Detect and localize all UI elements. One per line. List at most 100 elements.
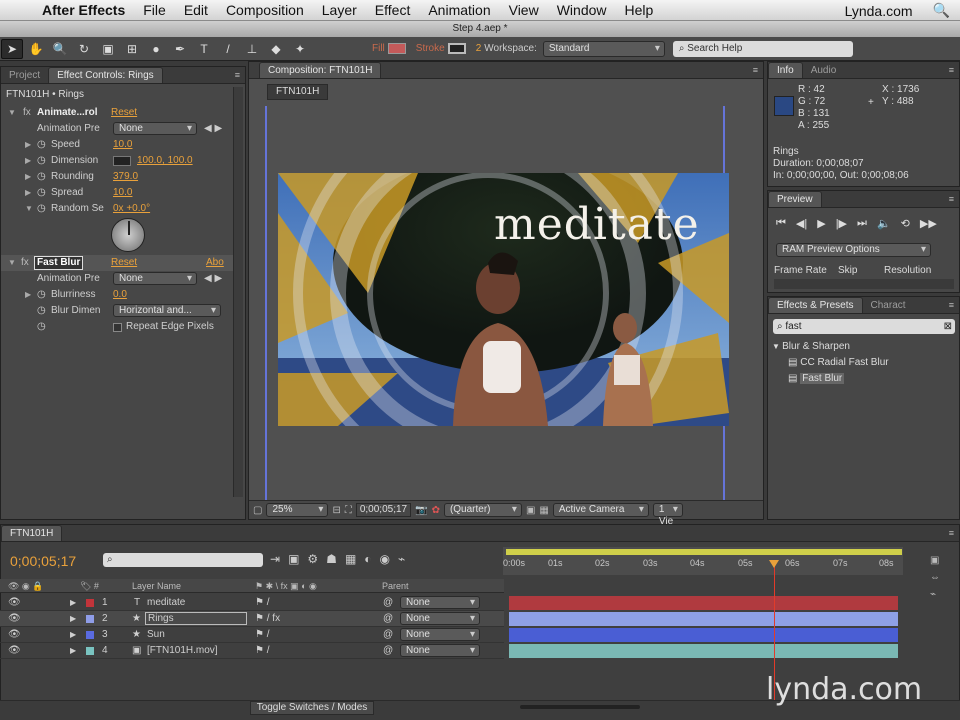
graph-icon[interactable]: ⌁: [930, 589, 940, 600]
layer-name[interactable]: meditate: [147, 595, 185, 611]
animation-preset-select[interactable]: None: [113, 122, 197, 135]
stopwatch-icon[interactable]: ◷: [37, 303, 46, 319]
repeat-edge-checkbox[interactable]: [113, 323, 122, 332]
effects-search-input[interactable]: ⌕ fast ⊠: [773, 319, 955, 334]
stroke-width[interactable]: 2: [476, 43, 482, 54]
panel-menu-icon[interactable]: ≡: [949, 65, 954, 75]
first-frame-icon[interactable]: ⏮: [776, 217, 786, 230]
parent-select[interactable]: None: [400, 644, 480, 657]
parent-select[interactable]: None: [400, 596, 480, 609]
parent-select[interactable]: None: [400, 628, 480, 641]
param-value[interactable]: 100.0, 100.0: [137, 153, 193, 169]
about-link[interactable]: Abo: [206, 255, 224, 271]
preset-arrows-icon[interactable]: ◀ ▶: [204, 271, 222, 287]
camera-tool-icon[interactable]: ▣: [97, 39, 119, 59]
timeline-timecode[interactable]: 0;00;05;17: [10, 553, 76, 569]
menu-animation[interactable]: Animation: [419, 2, 499, 18]
always-preview-icon[interactable]: ▢: [253, 505, 262, 516]
channel-icon[interactable]: ✿: [432, 505, 440, 516]
menu-app[interactable]: After Effects: [36, 2, 134, 18]
layer-name[interactable]: Sun: [147, 627, 165, 643]
menu-layer[interactable]: Layer: [313, 2, 366, 18]
angle-dial[interactable]: [111, 218, 145, 252]
graph-editor-icon[interactable]: ⌁: [398, 552, 405, 566]
expand-triangle-icon[interactable]: ▶: [70, 611, 76, 627]
expand-triangle-icon[interactable]: ▼: [25, 201, 33, 217]
mask-icon[interactable]: ⛶: [345, 505, 352, 516]
ram-preview-select[interactable]: RAM Preview Options: [776, 243, 931, 257]
ram-preview-icon[interactable]: ▶▶: [920, 217, 937, 230]
menu-effect[interactable]: Effect: [366, 2, 420, 18]
eye-icon[interactable]: 👁: [8, 611, 21, 627]
tab-audio[interactable]: Audio: [803, 63, 845, 78]
motion-blur-icon[interactable]: ◐: [364, 552, 371, 566]
loop-icon[interactable]: ⟲: [901, 217, 910, 230]
audio-icon[interactable]: 🔈: [877, 217, 891, 230]
eye-icon[interactable]: 👁: [8, 643, 21, 659]
panel-menu-icon[interactable]: ≡: [949, 194, 954, 204]
work-area-bar[interactable]: [506, 549, 902, 555]
next-frame-icon[interactable]: |▶: [836, 217, 847, 230]
pickwhip-icon[interactable]: @: [383, 627, 393, 643]
link-icon[interactable]: [113, 156, 131, 166]
expand-triangle-icon[interactable]: ▶: [70, 627, 76, 643]
stopwatch-icon[interactable]: ◷: [37, 287, 46, 303]
tab-character[interactable]: Charact: [863, 298, 914, 313]
expand-triangle-icon[interactable]: ▶: [25, 137, 31, 153]
label-color-chip[interactable]: [86, 615, 94, 623]
brush-tool-icon[interactable]: /: [217, 39, 239, 59]
fx-icon[interactable]: fx: [23, 105, 31, 121]
expand-triangle-icon[interactable]: ▶: [70, 643, 76, 659]
preset-arrows-icon[interactable]: ◀ ▶: [204, 121, 222, 137]
prev-frame-icon[interactable]: ◀|: [796, 217, 807, 230]
menu-window[interactable]: Window: [548, 2, 616, 18]
category-blur-sharpen[interactable]: ▼ Blur & Sharpen: [772, 341, 850, 352]
fx-icon[interactable]: fx: [21, 255, 29, 271]
menu-lynda[interactable]: Lynda.com: [835, 3, 923, 19]
tab-composition[interactable]: Composition: FTN101H: [259, 62, 382, 78]
expand-triangle-icon[interactable]: ▼: [772, 342, 782, 351]
comp-timecode[interactable]: 0;00;05;17: [355, 503, 412, 517]
stopwatch-icon[interactable]: ◷: [37, 319, 46, 335]
live-update-icon[interactable]: ▣: [288, 552, 299, 566]
layer-row[interactable]: 👁 ▶ 3 ★ Sun ⚑ / @ None: [0, 627, 504, 643]
stroke-swatch[interactable]: [447, 43, 466, 54]
zoom-tool-icon[interactable]: 🔍: [49, 39, 71, 59]
stopwatch-icon[interactable]: ◷: [37, 169, 46, 185]
tab-info[interactable]: Info: [768, 62, 803, 78]
panel-menu-icon[interactable]: ≡: [753, 65, 758, 75]
eye-icon[interactable]: 👁: [8, 627, 21, 643]
eraser-tool-icon[interactable]: ◆: [265, 39, 287, 59]
shape-tool-icon[interactable]: ●: [145, 39, 167, 59]
type-tool-icon[interactable]: T: [193, 39, 215, 59]
layer-name[interactable]: Rings: [145, 612, 247, 625]
layer-duration-bar[interactable]: [509, 628, 898, 642]
stopwatch-icon[interactable]: ◷: [37, 185, 46, 201]
rotate-tool-icon[interactable]: ↻: [73, 39, 95, 59]
panel-menu-icon[interactable]: ≡: [949, 300, 954, 310]
shy-icon[interactable]: ☗: [326, 552, 337, 566]
label-color-chip[interactable]: [86, 631, 94, 639]
transparency-grid-icon[interactable]: ▦: [539, 505, 548, 516]
last-frame-icon[interactable]: ⏭: [857, 217, 867, 230]
expand-triangle-icon[interactable]: ▼: [8, 255, 16, 271]
workspace-select[interactable]: Standard: [542, 40, 665, 57]
layer-name[interactable]: [FTN101H.mov]: [147, 643, 218, 659]
effect-item-cc-radial[interactable]: ▤ CC Radial Fast Blur: [788, 357, 943, 368]
panel-menu-icon[interactable]: ≡: [235, 70, 240, 80]
expand-triangle-icon[interactable]: ▶: [25, 185, 31, 201]
comp-name-tab[interactable]: FTN101H: [267, 84, 329, 100]
menu-composition[interactable]: Composition: [217, 2, 313, 18]
param-value[interactable]: 0x +0.0°: [113, 201, 150, 217]
menu-file[interactable]: File: [134, 2, 175, 18]
effects-switch-icon[interactable]: ⚑ / fx: [255, 611, 280, 627]
param-value[interactable]: 379.0: [113, 169, 138, 185]
expand-triangle-icon[interactable]: ▶: [70, 595, 76, 611]
pickwhip-icon[interactable]: @: [383, 611, 393, 627]
roi-icon[interactable]: ▣: [526, 505, 535, 516]
menu-view[interactable]: View: [500, 2, 548, 18]
label-color-chip[interactable]: [86, 599, 94, 607]
reset-link[interactable]: Reset: [111, 105, 137, 121]
col-parent[interactable]: Parent: [382, 579, 409, 593]
snapshot-icon[interactable]: 📷: [415, 505, 427, 516]
